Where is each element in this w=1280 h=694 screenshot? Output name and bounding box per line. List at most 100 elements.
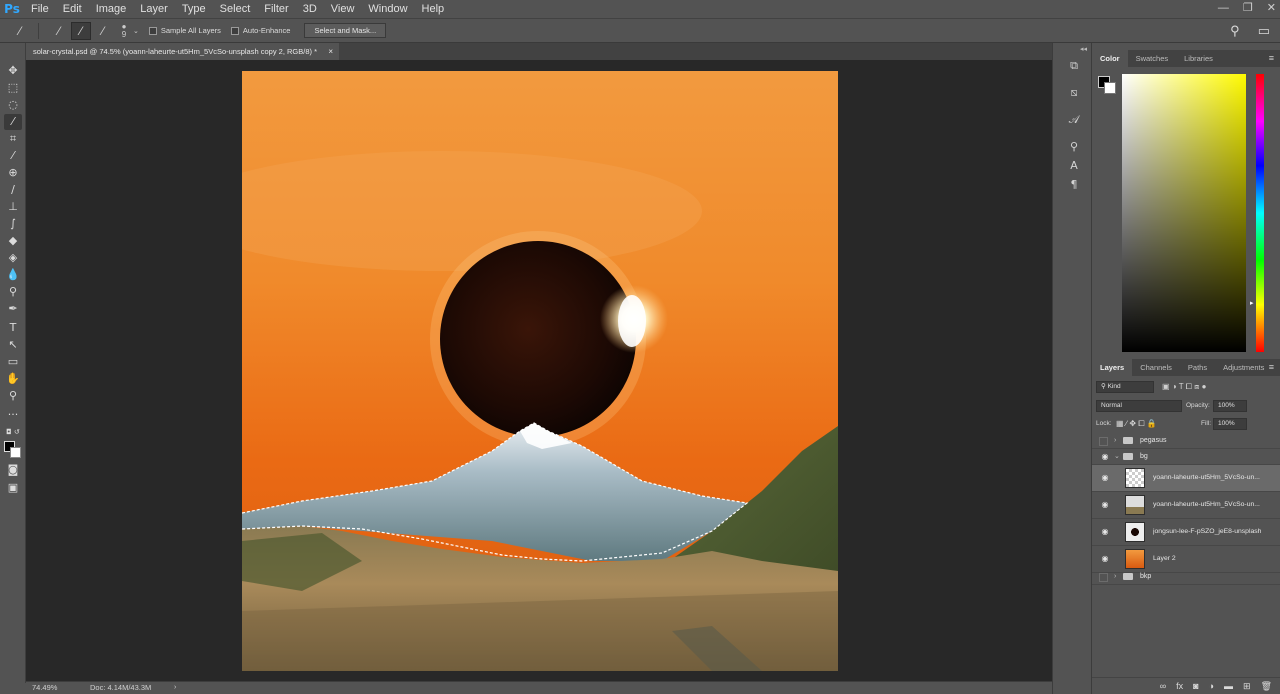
- path-selection-tool-icon[interactable]: ↖: [4, 337, 22, 353]
- menu-image[interactable]: Image: [89, 0, 134, 18]
- blur-tool-icon[interactable]: 💧: [4, 267, 22, 283]
- layer-group-pegasus[interactable]: › pegasus: [1092, 434, 1280, 449]
- opacity-input[interactable]: 100%: [1213, 400, 1247, 412]
- tab-layers[interactable]: Layers: [1092, 359, 1133, 376]
- checkbox-box[interactable]: [148, 26, 157, 35]
- tab-libraries[interactable]: Libraries: [1176, 50, 1221, 67]
- background-color-swatch[interactable]: [1104, 82, 1116, 94]
- menu-filter[interactable]: Filter: [257, 0, 295, 18]
- minimize-icon[interactable]: —: [1218, 0, 1229, 16]
- clone-stamp-tool-icon[interactable]: ⊥: [4, 199, 22, 215]
- move-tool-icon[interactable]: ✥: [4, 63, 22, 79]
- eyedropper-tool-icon[interactable]: ⁄: [4, 148, 22, 164]
- character-panel-icon[interactable]: A: [1066, 158, 1082, 174]
- menu-layer[interactable]: Layer: [133, 0, 175, 18]
- visibility-toggle[interactable]: [1099, 573, 1108, 582]
- status-menu-arrow-icon[interactable]: ›: [174, 682, 176, 694]
- history-brush-tool-icon[interactable]: ∫: [4, 216, 22, 232]
- rectangle-tool-icon[interactable]: ▭: [4, 354, 22, 370]
- brush-size-picker[interactable]: ● 9: [117, 22, 131, 39]
- layer-row[interactable]: ◉ jongsun-lee-F-pSZO_jeE8-unsplash: [1092, 519, 1280, 546]
- default-colors-icon[interactable]: ◘ ↺: [4, 424, 22, 440]
- brush-presets-icon[interactable]: 𝒜: [1066, 112, 1082, 128]
- hue-slider[interactable]: [1256, 74, 1264, 352]
- delete-layer-icon[interactable]: 🗑: [1261, 678, 1272, 694]
- new-layer-icon[interactable]: ⊞: [1243, 678, 1251, 694]
- paragraph-panel-icon[interactable]: ¶: [1066, 177, 1082, 193]
- menu-window[interactable]: Window: [361, 0, 414, 18]
- brush-settings-icon[interactable]: ⧅: [1066, 85, 1082, 101]
- tab-swatches[interactable]: Swatches: [1128, 50, 1177, 67]
- new-group-icon[interactable]: ▬: [1224, 678, 1233, 694]
- collapse-arrows-icon[interactable]: ◂◂: [1080, 45, 1087, 53]
- layer-group-bkp[interactable]: › bkp: [1092, 570, 1280, 585]
- pen-tool-icon[interactable]: ✒: [4, 301, 22, 317]
- eraser-tool-icon[interactable]: ◆: [4, 233, 22, 249]
- quick-selection-tool-icon[interactable]: ⁄: [4, 114, 22, 130]
- layer-group-bg[interactable]: ◉ ⌄ bg: [1092, 450, 1280, 465]
- visibility-toggle[interactable]: [1099, 437, 1108, 446]
- crop-tool-icon[interactable]: ⌗: [4, 131, 22, 147]
- sample-all-layers-checkbox[interactable]: Sample All Layers: [148, 26, 221, 35]
- zoom-tool-icon[interactable]: ⚲: [4, 388, 22, 404]
- hand-tool-icon[interactable]: ✋: [4, 371, 22, 387]
- tab-paths[interactable]: Paths: [1180, 359, 1215, 376]
- add-to-selection-brush-icon[interactable]: ⁄: [71, 21, 91, 40]
- canvas-area[interactable]: [26, 60, 1052, 681]
- quick-mask-icon[interactable]: ◙: [4, 462, 22, 478]
- fill-input[interactable]: 100%: [1213, 418, 1247, 430]
- artwork-canvas[interactable]: [242, 71, 838, 671]
- add-mask-icon[interactable]: ◙: [1193, 678, 1198, 694]
- chevron-down-icon[interactable]: ⌄: [1114, 450, 1120, 464]
- healing-brush-tool-icon[interactable]: ⊕: [4, 165, 22, 181]
- checkbox-box[interactable]: [230, 26, 239, 35]
- chevron-right-icon[interactable]: ›: [1114, 434, 1116, 448]
- adjustment-layer-icon[interactable]: ◑: [1209, 678, 1214, 694]
- brush-tool-icon[interactable]: ∕: [4, 182, 22, 198]
- quick-selection-preset-icon[interactable]: ⁄: [10, 22, 30, 40]
- lasso-tool-icon[interactable]: ◌: [4, 97, 22, 113]
- chevron-right-icon[interactable]: ›: [1114, 570, 1116, 584]
- close-icon[interactable]: ✕: [1267, 0, 1276, 16]
- menu-file[interactable]: File: [24, 0, 56, 18]
- hue-slider-marker-icon[interactable]: ▸: [1250, 299, 1254, 307]
- blend-mode-select[interactable]: Normal: [1096, 400, 1182, 412]
- layer-filter-select[interactable]: ⚲ Kind: [1096, 381, 1154, 393]
- paint-bucket-tool-icon[interactable]: ◈: [4, 250, 22, 266]
- new-selection-brush-icon[interactable]: ⁄: [49, 22, 69, 40]
- eye-icon[interactable]: ◉: [1099, 473, 1111, 482]
- chevron-down-icon[interactable]: ⌄: [133, 27, 139, 35]
- restore-icon[interactable]: ❐: [1243, 0, 1253, 16]
- eye-icon[interactable]: ◉: [1099, 452, 1111, 461]
- screen-mode-icon[interactable]: ▣: [4, 480, 22, 496]
- menu-help[interactable]: Help: [415, 0, 452, 18]
- panel-menu-icon[interactable]: ≡: [1269, 359, 1274, 376]
- filter-type-icons[interactable]: ▣ ◑ T ⧠ ⧈ ●: [1162, 381, 1206, 393]
- marquee-tool-icon[interactable]: ⬚: [4, 80, 22, 96]
- tab-adjustments[interactable]: Adjustments: [1215, 359, 1272, 376]
- menu-type[interactable]: Type: [175, 0, 213, 18]
- layer-row[interactable]: ◉ yoann-laheurte-ut5Hm_5VcSo-un...: [1092, 492, 1280, 519]
- menu-3d[interactable]: 3D: [296, 0, 324, 18]
- workspace-icon[interactable]: ▭: [1258, 23, 1270, 39]
- tab-color[interactable]: Color: [1092, 50, 1128, 67]
- zoom-level[interactable]: 74.49%: [32, 682, 57, 694]
- layer-row[interactable]: ◉ Layer 2: [1092, 546, 1280, 573]
- panel-menu-icon[interactable]: ≡: [1269, 50, 1274, 67]
- dodge-tool-icon[interactable]: ⚲: [4, 284, 22, 300]
- clone-source-icon[interactable]: ⚲: [1066, 139, 1082, 155]
- layer-row[interactable]: ◉ yoann-laheurte-ut5Hm_5VcSo-un...: [1092, 465, 1280, 492]
- type-tool-icon[interactable]: T: [4, 320, 22, 336]
- menu-view[interactable]: View: [324, 0, 362, 18]
- tab-channels[interactable]: Channels: [1132, 359, 1180, 376]
- search-icon[interactable]: ⚲: [1230, 23, 1240, 39]
- history-panel-icon[interactable]: ⧉: [1066, 58, 1082, 74]
- eye-icon[interactable]: ◉: [1099, 554, 1111, 563]
- select-and-mask-button[interactable]: Select and Mask...: [304, 23, 387, 38]
- eye-icon[interactable]: ◉: [1099, 527, 1111, 536]
- document-tab[interactable]: solar-crystal.psd @ 74.5% (yoann-laheurt…: [26, 43, 339, 60]
- menu-select[interactable]: Select: [213, 0, 258, 18]
- close-tab-icon[interactable]: ×: [328, 43, 333, 60]
- more-tools-icon[interactable]: ···: [4, 407, 22, 423]
- color-field[interactable]: [1122, 74, 1246, 352]
